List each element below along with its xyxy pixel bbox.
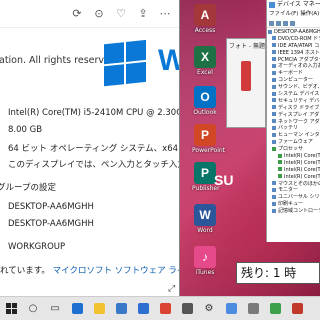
memory-value: 8.00 GB (8, 125, 43, 135)
itunes-icon: ♪ (194, 246, 216, 268)
system-type-value: 64 ビット オペレーティング システム、x64 ベース プロセ (8, 144, 179, 154)
device-tree-item[interactable]: ネットワーク アダプター (267, 119, 320, 126)
windows-wordmark: W (158, 44, 179, 78)
app-icon-1-glyph (225, 303, 237, 314)
file-explorer-icon[interactable] (88, 297, 110, 320)
device-tree-item[interactable]: Intel(R) Core(TM) i5 (267, 153, 320, 160)
license-footer-text: れています。 (0, 266, 50, 276)
device-tree-item[interactable]: セキュリティ デバイス (267, 98, 320, 105)
app-icon-1[interactable] (220, 297, 242, 320)
start-button[interactable] (0, 297, 22, 320)
desktop-icon-word[interactable]: W Word (192, 204, 218, 234)
photo-content (241, 61, 251, 91)
publisher-icon: P (194, 162, 216, 184)
desktop-icon-excel[interactable]: X Excel (192, 46, 218, 76)
remaining-time-popup: 残り: 1 時 (236, 262, 320, 284)
outlook-icon: O (194, 86, 216, 108)
device-tree-item[interactable]: DESKTOP-AA6MGHH (267, 29, 320, 36)
search-icon[interactable]: ○ (22, 297, 44, 320)
desktop-overlay-text: SU (214, 172, 234, 188)
refresh-icon[interactable]: ⊙ (93, 7, 105, 20)
settings-icon[interactable]: ⚙ (198, 297, 220, 320)
mail-icon-glyph (137, 303, 149, 314)
device-tree-item[interactable]: 記憶域コントローラー (267, 208, 320, 215)
calculator-icon[interactable] (176, 297, 198, 320)
mail-icon[interactable] (132, 297, 154, 320)
device-tree-item[interactable]: サウンド、ビデオ、およびゲーム (267, 84, 320, 91)
device-tree-item[interactable]: Intel(R) Core(TM) i5 (267, 174, 320, 181)
desktop-icon-access[interactable]: A Access (192, 4, 218, 34)
powerpoint-icon: P (194, 124, 216, 146)
device-manager-title: デバイス マネージャー (267, 0, 320, 10)
settings-sync-icon[interactable]: ⟳ (71, 7, 83, 20)
app-icon-3[interactable] (264, 297, 286, 320)
properties-icon[interactable] (283, 20, 288, 26)
share-icon[interactable]: ⇪ (137, 7, 149, 20)
calculator-icon-glyph (181, 303, 193, 314)
edge-icon-glyph (71, 303, 83, 314)
help-icon[interactable] (290, 20, 295, 26)
device-tree-item[interactable]: Intel(R) Core(TM) i5 (267, 160, 320, 167)
app-icon-2-glyph (247, 303, 259, 314)
back-icon[interactable] (269, 20, 274, 26)
device-tree-item[interactable]: IDE ATA/ATAPI コントローラー (267, 43, 320, 50)
heart-icon[interactable]: ♡ (115, 7, 127, 20)
resize-grip-icon[interactable]: ⤢ (168, 284, 175, 294)
desktop-icon-label: Outlook (193, 109, 217, 116)
excel-icon: X (194, 46, 216, 68)
desktop-icon-label: PowerPoint (192, 147, 226, 154)
app-icon-2[interactable] (242, 297, 264, 320)
desktop-icon-label: iTunes (195, 269, 215, 276)
device-tree-item[interactable]: ファームウェア (267, 139, 320, 146)
device-tree-item[interactable]: ディスプレイ アダプター (267, 112, 320, 119)
device-manager-menu[interactable]: ファイル(F) 操作(A) 表示(V) (267, 10, 320, 19)
device-tree-item[interactable]: モニター (267, 187, 320, 194)
file-explorer-icon-glyph (93, 303, 105, 314)
device-tree-item[interactable]: IEEE 1394 ホスト コントローラー (267, 50, 320, 57)
more-icon[interactable]: ⋯ (159, 7, 171, 20)
system-properties-window[interactable]: ⟳ ⊙ ♡ ⇪ ⋯ ation. All rights reserved. W … (0, 0, 180, 296)
photos-window[interactable]: フォト - 無題 (226, 38, 266, 128)
license-link[interactable]: マイクロソフト ソフトウェア ライセンス条項 (53, 266, 179, 276)
app-icon-4-glyph (291, 303, 303, 314)
window-toolbar: ⟳ ⊙ ♡ ⇪ ⋯ (0, 0, 179, 28)
chrome-icon-glyph (159, 303, 171, 314)
copyright-text: ation. All rights reserved. (0, 55, 119, 66)
device-tree: DESKTOP-AA6MGHHDVD/CD-ROM ドライブIDE ATA/AT… (267, 28, 320, 215)
computer-name-value: DESKTOP-AA6MGHH (8, 202, 94, 212)
full-computer-name-value: DESKTOP-AA6MGHH (8, 219, 94, 229)
taskbar: ○ ▭ ⚙ (0, 296, 320, 320)
processor-value: Intel(R) Core(TM) i5-2410M CPU @ 2.30GHz (8, 108, 180, 118)
app-icon-3-glyph (269, 303, 281, 314)
desktop-icon-label: Excel (197, 69, 213, 76)
store-icon-glyph (115, 303, 127, 314)
forward-icon[interactable] (276, 20, 281, 26)
desktop-icon-label: Access (194, 27, 216, 34)
device-manager-window[interactable]: デバイス マネージャー ファイル(F) 操作(A) 表示(V) DESKTOP-… (266, 0, 320, 242)
device-tree-item[interactable]: プロセッサ (267, 146, 320, 153)
chrome-icon[interactable] (154, 297, 176, 320)
pen-touch-value: このディスプレイでは、ペン入力とタッチ入力は利用 (8, 160, 179, 170)
device-tree-item[interactable]: DVD/CD-ROM ドライブ (267, 36, 320, 43)
license-footer: れています。 マイクロソフト ソフトウェア ライセンス条項 (0, 264, 179, 276)
group-settings-header: グループの設定 (0, 183, 56, 193)
device-tree-item[interactable]: システム デバイス (267, 91, 320, 98)
device-manager-toolbar (267, 19, 320, 28)
desktop-icon-label: Word (197, 227, 213, 234)
access-icon: A (194, 4, 216, 26)
windows-logo-icon (104, 39, 148, 89)
photos-window-title: フォト - 無題 (229, 43, 265, 50)
device-tree-item[interactable]: Intel(R) Core(TM) i5 (267, 167, 320, 174)
desktop-icon-powerpoint[interactable]: P PowerPoint (192, 124, 226, 154)
store-icon[interactable] (110, 297, 132, 320)
edge-icon[interactable] (66, 297, 88, 320)
desktop-icon-outlook[interactable]: O Outlook (192, 86, 218, 116)
task-view-icon[interactable]: ▭ (44, 297, 66, 320)
word-icon: W (194, 204, 216, 226)
workgroup-value: WORKGROUP (8, 242, 66, 252)
app-icon-4[interactable] (286, 297, 308, 320)
desktop-icon-itunes[interactable]: ♪ iTunes (192, 246, 218, 276)
device-tree-item[interactable]: ディスク ドライブ (267, 105, 320, 112)
